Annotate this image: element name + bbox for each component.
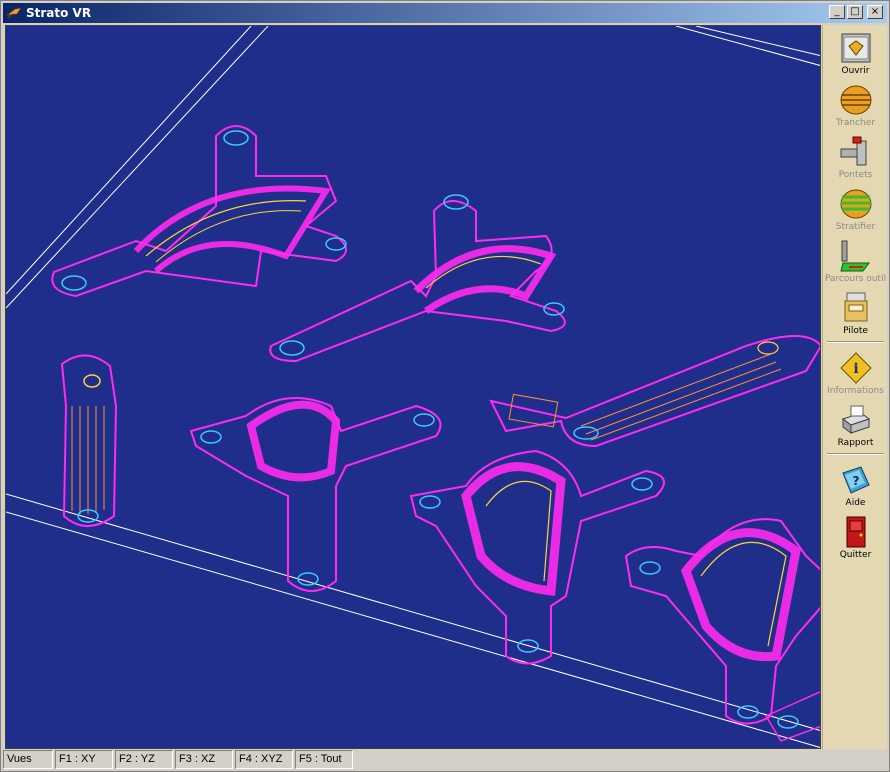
status-view-all[interactable]: F5 : Tout	[295, 750, 353, 769]
status-views: Vues	[3, 750, 53, 769]
stratify-icon	[840, 189, 871, 219]
pilot-label: Pilote	[843, 326, 868, 336]
toolpath-icon	[839, 240, 870, 272]
slice-label: Trancher	[836, 118, 875, 128]
help-button[interactable]: ? Aide	[823, 459, 888, 511]
stratify-label: Stratifier	[835, 222, 876, 232]
scene-canvas	[6, 26, 821, 748]
quit-label: Quitter	[839, 550, 872, 560]
window-title: Strato VR	[26, 6, 92, 20]
help-label: Aide	[845, 498, 866, 508]
quit-button[interactable]: Quitter	[823, 511, 888, 563]
part-5[interactable]	[489, 335, 821, 448]
info-icon: i	[839, 352, 872, 384]
pilot-icon	[844, 292, 867, 322]
toolbar-separator	[827, 341, 884, 343]
part-7[interactable]	[624, 518, 821, 742]
svg-text:i: i	[853, 361, 858, 377]
toolpath-button[interactable]: Parcours outil	[823, 235, 888, 287]
close-button[interactable]: ×	[867, 5, 883, 19]
part-4[interactable]	[189, 397, 442, 592]
open-label: Ouvrir	[841, 66, 870, 76]
pilot-button[interactable]: Pilote	[823, 287, 888, 339]
bridges-label: Pontets	[838, 170, 873, 180]
part-3[interactable]	[60, 354, 118, 527]
report-label: Rapport	[837, 438, 874, 448]
report-icon	[841, 405, 870, 434]
report-button[interactable]: Rapport	[823, 399, 888, 451]
status-view-xy[interactable]: F1 : XY	[55, 750, 113, 769]
app-icon	[6, 7, 22, 19]
bridges-icon	[840, 136, 866, 166]
status-view-yz[interactable]: F2 : YZ	[115, 750, 173, 769]
status-bar: Vues F1 : XY F2 : YZ F3 : XZ F4 : XYZ F5…	[3, 750, 887, 770]
quit-icon	[846, 516, 865, 548]
build-platform-edges	[6, 26, 820, 748]
toolpath-label: Parcours outil	[824, 274, 887, 284]
slice-icon	[840, 85, 871, 115]
info-button[interactable]: i Informations	[823, 347, 888, 399]
info-label: Informations	[827, 386, 884, 396]
open-button[interactable]: Ouvrir	[823, 27, 888, 79]
app-window: Strato VR _ □ × Ouvrir Trancher Pontets …	[0, 0, 890, 772]
status-view-xyz[interactable]: F4 : XYZ	[235, 750, 293, 769]
stratify-button[interactable]: Stratifier	[823, 183, 888, 235]
status-view-xz[interactable]: F3 : XZ	[175, 750, 233, 769]
bridges-button[interactable]: Pontets	[823, 131, 888, 183]
help-icon: ?	[841, 466, 870, 494]
minimize-button[interactable]: _	[829, 5, 845, 19]
open-icon	[841, 33, 870, 63]
title-bar[interactable]: Strato VR _ □ ×	[3, 3, 887, 23]
slice-button[interactable]: Trancher	[823, 79, 888, 131]
tool-panel: Ouvrir Trancher Pontets Stratifier Parco…	[822, 25, 887, 749]
svg-text:?: ?	[852, 474, 859, 488]
maximize-button[interactable]: □	[847, 5, 863, 19]
3d-viewport[interactable]	[5, 25, 821, 749]
toolbar-separator-2	[827, 453, 884, 455]
